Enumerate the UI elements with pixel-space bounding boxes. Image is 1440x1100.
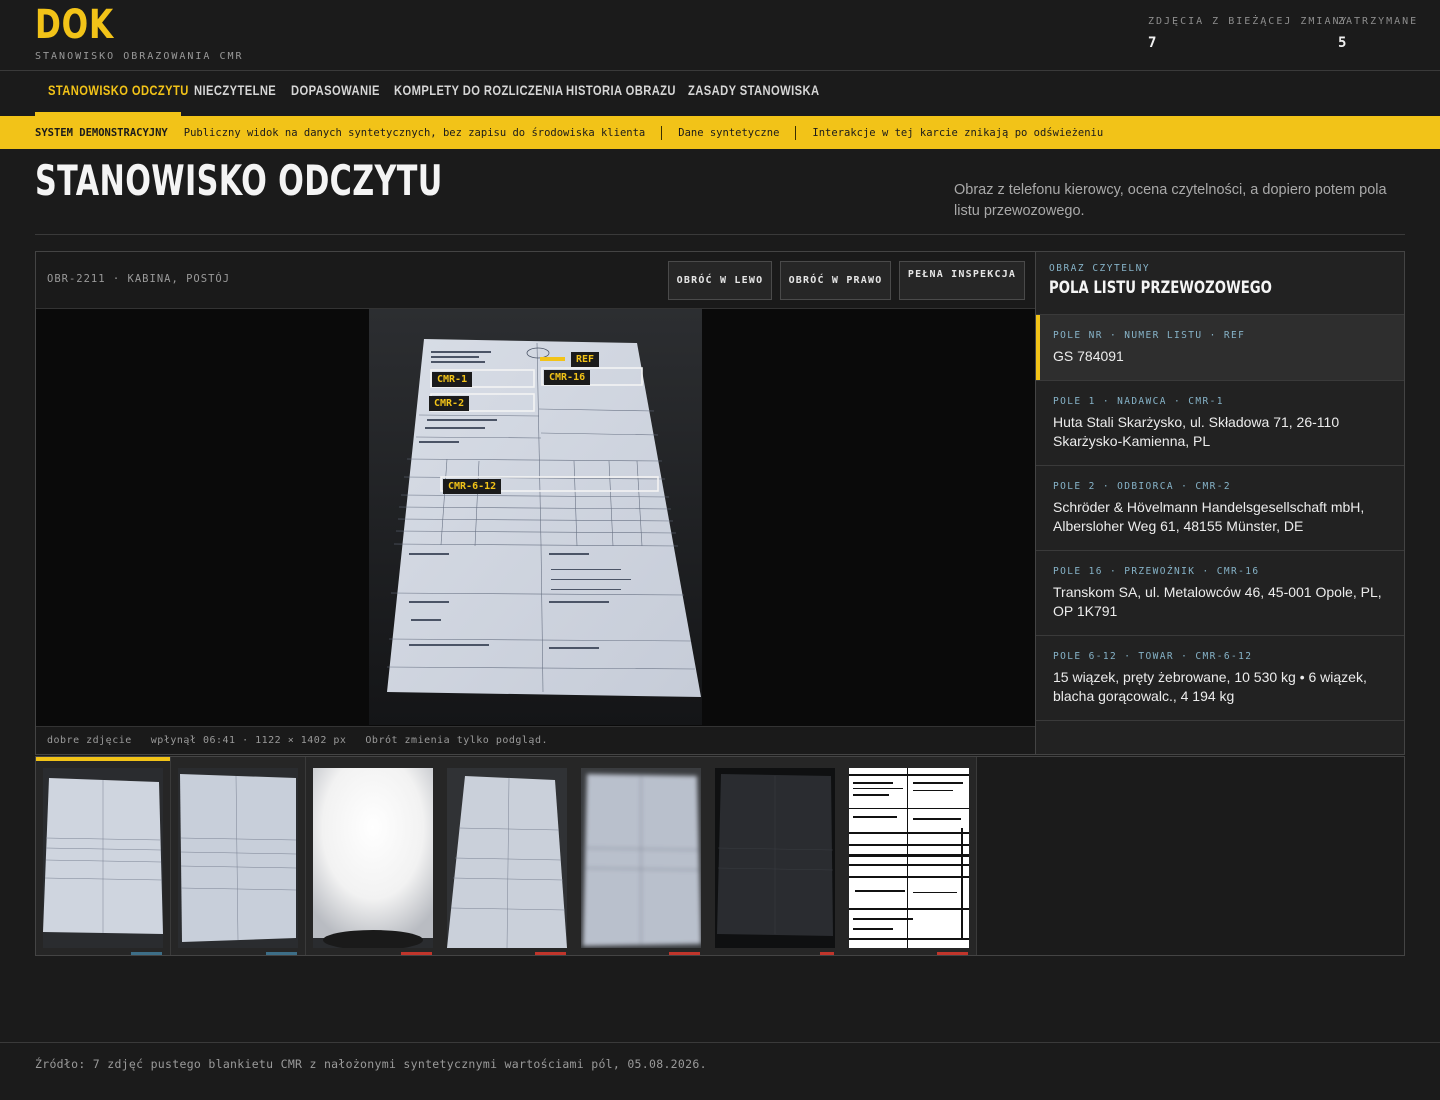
page-description: Obraz z telefonu kierowcy, ocena czyteln… (954, 182, 1387, 219)
image-viewer: OBR-2211 · KABINA, POSTÓJ OBRÓĆ W LEWO O… (35, 251, 1036, 755)
field-value: GS 784091 (1053, 348, 1124, 364)
banner-text: Publiczny widok na danych syntetycznych,… (183, 126, 646, 139)
main-nav: STANOWISKO ODCZYTU NIECZYTELNE DOPASOWAN… (35, 71, 819, 116)
banner-divider (795, 125, 797, 140)
field-label: POLE 16 · PRZEWOŹNIK · CMR-16 (1053, 565, 1260, 577)
thumbnail-status (820, 952, 834, 955)
overlay-tag-cmr-6-12[interactable]: CMR-6-12 (443, 479, 502, 494)
viewer-toolbar: OBR-2211 · KABINA, POSTÓJ OBRÓĆ W LEWO O… (36, 252, 1035, 309)
app-header: DOK STANOWISKO OBRAZOWANIA CMR ZDJĘCIA Z… (0, 0, 1440, 71)
overlay-tag-ref[interactable]: REF (571, 352, 600, 367)
image-quality: dobre zdjęcie (47, 735, 132, 746)
thumbnail-image (715, 768, 835, 948)
rotation-note: Obrót zmienia tylko podgląd. (365, 735, 548, 746)
stat-label: ZATRZYMANE (1338, 16, 1419, 27)
tab-matching[interactable]: DOPASOWANIE (278, 71, 381, 116)
field-label: POLE 6-12 · TOWAR · CMR-6-12 (1053, 650, 1253, 662)
image-meta: wpłynął 06:41 · 1122 × 1402 px (150, 735, 347, 746)
thumbnail[interactable] (708, 757, 843, 955)
banner-text: Dane syntetyczne (678, 126, 780, 139)
banner-divider (661, 125, 663, 140)
tab-reading-station[interactable]: STANOWISKO ODCZYTU (35, 71, 188, 116)
thumbnail[interactable] (440, 757, 575, 955)
image-stage[interactable]: REF CMR-1 CMR-16 CMR-2 CMR-6-12 (36, 309, 1035, 726)
banner-title: SYSTEM DEMONSTRACYJNY (35, 126, 168, 139)
field-label: POLE 2 · ODBIORCA · CMR-2 (1053, 480, 1231, 492)
overlay-tag-cmr-2[interactable]: CMR-2 (429, 396, 470, 411)
thumbnail-image (849, 768, 969, 948)
banner-text: Interakcje w tej karcie znikają po odświ… (812, 126, 1104, 139)
overlay-tag-cmr-1[interactable]: CMR-1 (432, 372, 473, 387)
demo-banner: SYSTEM DEMONSTRACYJNY Publiczny widok na… (0, 116, 1440, 149)
tab-label: KOMPLETY DO ROZLICZENIA (394, 82, 564, 98)
fields-panel: OBRAZ CZYTELNY POLA LISTU PRZEWOZOWEGO P… (1035, 251, 1405, 755)
legibility-status: OBRAZ CZYTELNY (1049, 263, 1151, 274)
stat-label: ZDJĘCIA Z BIEŻĄCEJ ZMIANY (1148, 16, 1349, 27)
stat-value: 5 (1338, 35, 1347, 51)
thumbnail-strip (35, 756, 1405, 956)
field-value: Schröder & Hövelmann Handelsgesellschaft… (1053, 498, 1365, 535)
thumbnail[interactable] (171, 757, 306, 955)
field-value: Transkom SA, ul. Metalowców 46, 45-001 O… (1053, 583, 1382, 620)
app-logo: DOK (35, 2, 114, 48)
thumbnail-image (447, 768, 567, 948)
tab-label: STANOWISKO ODCZYTU (48, 82, 189, 98)
field-cmr-1[interactable]: POLE 1 · NADAWCA · CMR-1 Huta Stali Skar… (1036, 381, 1404, 466)
overlay-tag-cmr-16[interactable]: CMR-16 (544, 370, 591, 385)
thumbnail-status (669, 952, 700, 955)
thumbnail-status (266, 952, 297, 955)
divider (35, 234, 1405, 235)
thumbnail-status (937, 952, 968, 955)
image-id: OBR-2211 · KABINA, POSTÓJ (47, 273, 231, 285)
thumbnail-image (313, 768, 433, 948)
stat-value: 7 (1148, 35, 1157, 51)
thumbnail[interactable] (306, 757, 441, 955)
field-label: POLE 1 · NADAWCA · CMR-1 (1053, 395, 1224, 407)
stat-shift-photos: ZDJĘCIA Z BIEŻĄCEJ ZMIANY 7 (1148, 16, 1349, 51)
tab-station-rules[interactable]: ZASADY STANOWISKA (675, 71, 819, 116)
source-note: Źródło: 7 zdjęć pustego blankietu CMR z … (35, 1057, 707, 1071)
field-label: POLE NR · NUMER LISTU · REF (1053, 330, 1246, 341)
thumbnail-status (535, 952, 566, 955)
tab-settlement-sets[interactable]: KOMPLETY DO ROZLICZENIA (381, 71, 563, 116)
thumbnail-status (131, 952, 162, 955)
fields-panel-title: POLA LISTU PRZEWOZOWEGO (1049, 278, 1272, 298)
tab-label: ZASADY STANOWISKA (688, 82, 820, 98)
field-ref[interactable]: POLE NR · NUMER LISTU · REF GS 784091 (1036, 315, 1404, 381)
tab-image-history[interactable]: HISTORIA OBRAZU (553, 71, 676, 116)
field-value: Huta Stali Skarżysko, ul. Składowa 71, 2… (1053, 413, 1340, 450)
page-title: STANOWISKO ODCZYTU (35, 156, 443, 205)
thumbnail-image (43, 768, 163, 948)
tab-label: DOPASOWANIE (291, 82, 380, 98)
app-subtitle: STANOWISKO OBRAZOWANIA CMR (35, 51, 244, 62)
thumbnail[interactable] (36, 757, 171, 955)
thumbnail-image (178, 768, 298, 948)
field-value: 15 wiązek, pręty żebrowane, 10 530 kg • … (1053, 668, 1367, 705)
field-cmr-16[interactable]: POLE 16 · PRZEWOŹNIK · CMR-16 Transkom S… (1036, 551, 1404, 636)
full-inspection-button[interactable]: PEŁNA INSPEKCJA (899, 261, 1025, 300)
footer-divider (0, 1042, 1440, 1043)
viewer-status-bar: dobre zdjęcie wpłynął 06:41 · 1122 × 140… (36, 726, 1035, 754)
thumbnail[interactable] (574, 757, 709, 955)
field-cmr-2[interactable]: POLE 2 · ODBIORCA · CMR-2 Schröder & Höv… (1036, 466, 1404, 551)
tab-label: HISTORIA OBRAZU (566, 82, 676, 98)
thumbnail-image (581, 768, 701, 948)
rotate-right-button[interactable]: OBRÓĆ W PRAWO (780, 261, 891, 300)
tab-label: NIECZYTELNE (194, 82, 277, 98)
tab-illegible[interactable]: NIECZYTELNE (181, 71, 278, 116)
stat-held: ZATRZYMANE 5 (1338, 16, 1418, 51)
cmr-photo: REF CMR-1 CMR-16 CMR-2 CMR-6-12 (369, 309, 702, 725)
thumbnail[interactable] (842, 757, 977, 955)
field-cmr-6-12[interactable]: POLE 6-12 · TOWAR · CMR-6-12 15 wiązek, … (1036, 636, 1404, 721)
rotate-left-button[interactable]: OBRÓĆ W LEWO (668, 261, 772, 300)
fields-panel-header: OBRAZ CZYTELNY POLA LISTU PRZEWOZOWEGO (1036, 252, 1404, 315)
thumbnail-status (401, 952, 432, 955)
